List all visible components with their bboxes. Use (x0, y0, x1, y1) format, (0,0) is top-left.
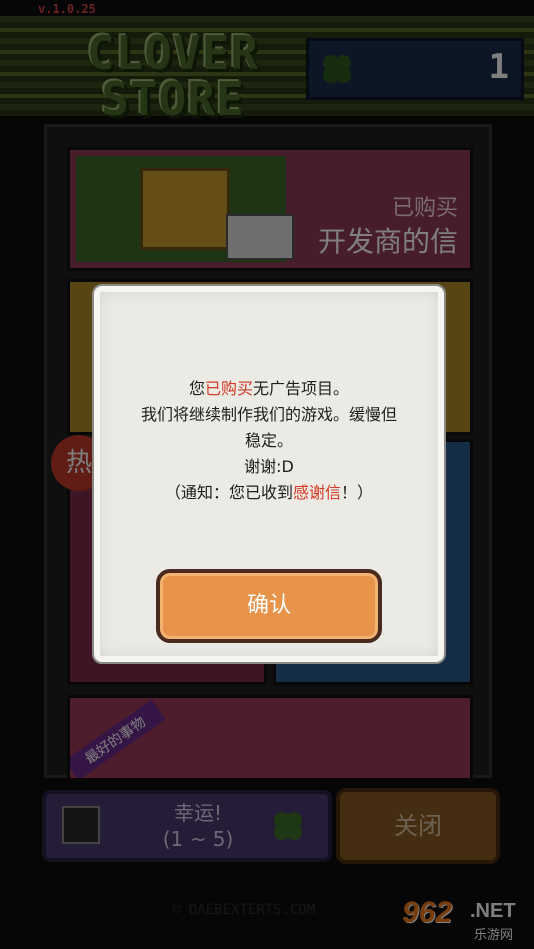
thank-you-letter-highlight: 感谢信 (292, 483, 341, 502)
message-line-3: 稳定。 (244, 431, 293, 450)
dialog-message: 您已购买无广告项目。 我们将继续制作我们的游戏。缓慢但 稳定。 谢谢:D （通知… (114, 376, 424, 506)
message-line-1: 您已购买无广告项目。 (188, 379, 350, 398)
confirm-button[interactable]: 确认 (156, 569, 382, 643)
purchased-highlight: 已购买 (204, 379, 253, 398)
message-line-4: 谢谢:D (244, 457, 294, 476)
purchase-dialog: 您已购买无广告项目。 我们将继续制作我们的游戏。缓慢但 稳定。 谢谢:D （通知… (92, 284, 446, 664)
message-line-2: 我们将继续制作我们的游戏。缓慢但 (140, 405, 397, 424)
message-line-5: （通知：您已收到感谢信！） (164, 483, 374, 502)
